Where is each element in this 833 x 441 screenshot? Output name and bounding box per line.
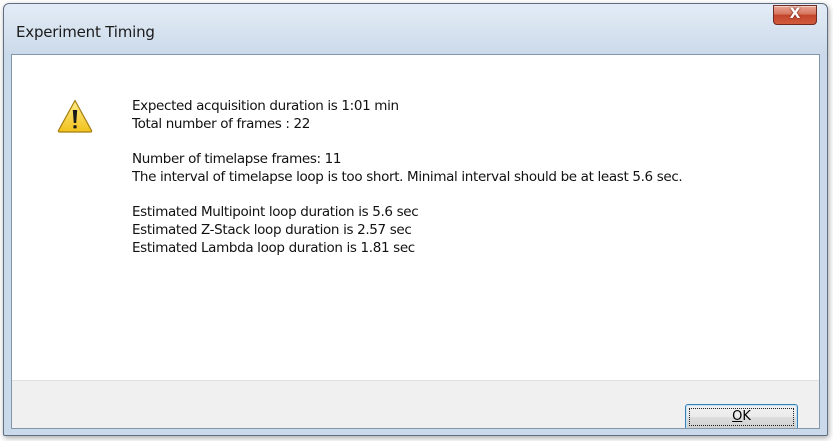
total-frames-text: Total number of frames : 22 (132, 116, 311, 132)
duration-text: Expected acquisition duration is 1:01 mi… (132, 98, 399, 114)
zstack-duration-text: Estimated Z-Stack loop duration is 2.57 … (132, 222, 412, 238)
interval-warning-text: The interval of timelapse loop is too sh… (132, 169, 683, 185)
warning-icon (57, 99, 93, 133)
dialog-client-area: Expected acquisition duration is 1:01 mi… (11, 54, 820, 429)
close-button[interactable]: X (773, 5, 817, 25)
title-bar[interactable]: Experiment Timing X (4, 4, 827, 44)
lambda-duration-text: Estimated Lambda loop duration is 1.81 s… (132, 240, 415, 256)
ok-button-label: OK (732, 409, 751, 424)
message-area: Expected acquisition duration is 1:01 mi… (12, 55, 819, 380)
dialog-window: Experiment Timing X Expected acquisition… (3, 3, 828, 436)
multipoint-duration-text: Estimated Multipoint loop duration is 5.… (132, 204, 419, 220)
ok-button[interactable]: OK (685, 404, 798, 428)
close-icon: X (789, 6, 801, 22)
button-bar: OK (12, 380, 819, 428)
message-text: Expected acquisition duration is 1:01 mi… (132, 97, 683, 257)
timelapse-frames-text: Number of timelapse frames: 11 (132, 151, 342, 167)
dialog-title: Experiment Timing (16, 23, 155, 41)
